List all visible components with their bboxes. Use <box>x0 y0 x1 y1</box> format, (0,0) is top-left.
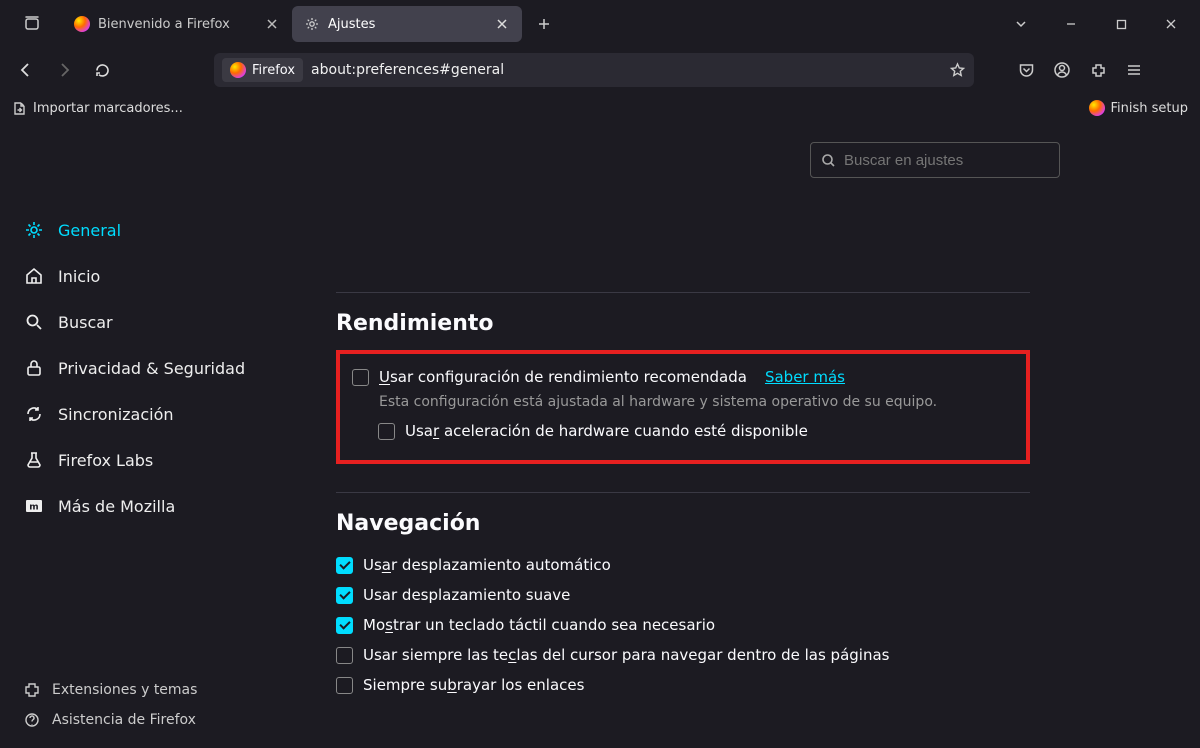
all-tabs-button[interactable] <box>12 8 52 40</box>
finish-setup-button[interactable]: Finish setup <box>1089 100 1189 116</box>
bookmark-star-icon[interactable] <box>949 62 966 79</box>
footer-label: Asistencia de Firefox <box>52 712 196 728</box>
checkbox-underline-links[interactable] <box>336 677 353 694</box>
sidebar-item-labs[interactable]: Firefox Labs <box>8 438 292 482</box>
url-bar[interactable]: Firefox about:preferences#general <box>214 53 974 87</box>
sidebar-item-label: Más de Mozilla <box>58 497 175 516</box>
tab-settings[interactable]: Ajustes <box>292 6 522 42</box>
minimize-button[interactable] <box>1048 8 1094 40</box>
maximize-button[interactable] <box>1098 8 1144 40</box>
checkbox-recommended-perf[interactable] <box>352 369 369 386</box>
bookmarks-bar: Importar marcadores... Finish setup <box>0 92 1200 124</box>
sidebar-item-home[interactable]: Inicio <box>8 254 292 298</box>
close-icon[interactable] <box>264 16 280 32</box>
flask-icon <box>24 450 44 470</box>
svg-text:m: m <box>29 503 38 513</box>
close-icon[interactable] <box>494 16 510 32</box>
back-button[interactable] <box>10 54 42 86</box>
toolbar: Firefox about:preferences#general <box>0 48 1200 92</box>
sidebar-item-label: Firefox Labs <box>58 451 153 470</box>
sidebar-item-label: Buscar <box>58 313 113 332</box>
checkbox-label: Siempre subrayar los enlaces <box>363 676 584 694</box>
titlebar: Bienvenido a Firefox Ajustes <box>0 0 1200 48</box>
extensions-icon[interactable] <box>1082 54 1114 86</box>
checkbox-label: Usar desplazamiento suave <box>363 586 570 604</box>
new-tab-button[interactable] <box>528 8 560 40</box>
main-panel: Rendimiento Usar configuración de rendim… <box>300 124 1200 748</box>
reload-button[interactable] <box>86 54 118 86</box>
menu-icon[interactable] <box>1118 54 1150 86</box>
tab-title: Bienvenido a Firefox <box>98 17 256 32</box>
home-icon <box>24 266 44 286</box>
settings-search-input[interactable] <box>844 152 1049 169</box>
perf-description: Esta configuración está ajustada al hard… <box>379 394 1014 410</box>
import-bookmarks-button[interactable]: Importar marcadores... <box>12 101 183 116</box>
lock-icon <box>24 358 44 378</box>
sync-icon <box>24 404 44 424</box>
account-icon[interactable] <box>1046 54 1078 86</box>
sidebar-footer-support[interactable]: Asistencia de Firefox <box>24 712 276 728</box>
settings-search[interactable] <box>810 142 1060 178</box>
section-title-browsing: Navegación <box>336 511 1030 536</box>
firefox-icon <box>230 62 246 78</box>
tab-title: Ajustes <box>328 17 486 32</box>
pocket-icon[interactable] <box>1010 54 1042 86</box>
sidebar-item-label: General <box>58 221 121 240</box>
sidebar-item-label: Privacidad & Seguridad <box>58 359 245 378</box>
checkbox-hw-accel[interactable] <box>378 423 395 440</box>
url-text: about:preferences#general <box>311 62 941 78</box>
checkbox-label: Usar aceleración de hardware cuando esté… <box>405 422 808 440</box>
sidebar: General Inicio Buscar Privacidad & Segur… <box>0 124 300 748</box>
preferences-content: General Inicio Buscar Privacidad & Segur… <box>0 124 1200 748</box>
tabs-dropdown-button[interactable] <box>998 8 1044 40</box>
finish-setup-label: Finish setup <box>1111 101 1189 116</box>
import-bookmarks-label: Importar marcadores... <box>33 101 183 116</box>
sidebar-item-label: Inicio <box>58 267 100 286</box>
checkbox-label: Usar siempre las teclas del cursor para … <box>363 646 889 664</box>
checkbox-label: Usar desplazamiento automático <box>363 556 611 574</box>
checkbox-touch-keyboard[interactable] <box>336 617 353 634</box>
firefox-icon <box>74 16 90 32</box>
sidebar-item-general[interactable]: General <box>8 208 292 252</box>
sidebar-footer-extensions[interactable]: Extensiones y temas <box>24 682 276 698</box>
performance-highlight: Usar configuración de rendimiento recome… <box>336 350 1030 464</box>
checkbox-autoscroll[interactable] <box>336 557 353 574</box>
footer-label: Extensiones y temas <box>52 682 197 698</box>
section-title-performance: Rendimiento <box>336 311 1030 336</box>
identity-box[interactable]: Firefox <box>222 58 303 82</box>
search-icon <box>24 312 44 332</box>
identity-label: Firefox <box>252 63 295 78</box>
sidebar-item-search[interactable]: Buscar <box>8 300 292 344</box>
checkbox-smooth-scroll[interactable] <box>336 587 353 604</box>
checkbox-label: Mostrar un teclado táctil cuando sea nec… <box>363 616 715 634</box>
sidebar-item-privacy[interactable]: Privacidad & Seguridad <box>8 346 292 390</box>
mozilla-icon: m <box>24 496 44 516</box>
checkbox-label: Usar configuración de rendimiento recome… <box>379 368 747 386</box>
learn-more-link[interactable]: Saber más <box>765 368 845 386</box>
gear-icon <box>24 220 44 240</box>
forward-button[interactable] <box>48 54 80 86</box>
sidebar-item-mozilla[interactable]: m Más de Mozilla <box>8 484 292 528</box>
gear-icon <box>304 16 320 32</box>
sidebar-item-label: Sincronización <box>58 405 174 424</box>
checkbox-caret-browsing[interactable] <box>336 647 353 664</box>
tab-welcome[interactable]: Bienvenido a Firefox <box>62 6 292 42</box>
sidebar-item-sync[interactable]: Sincronización <box>8 392 292 436</box>
close-window-button[interactable] <box>1148 8 1194 40</box>
firefox-icon <box>1089 100 1105 116</box>
